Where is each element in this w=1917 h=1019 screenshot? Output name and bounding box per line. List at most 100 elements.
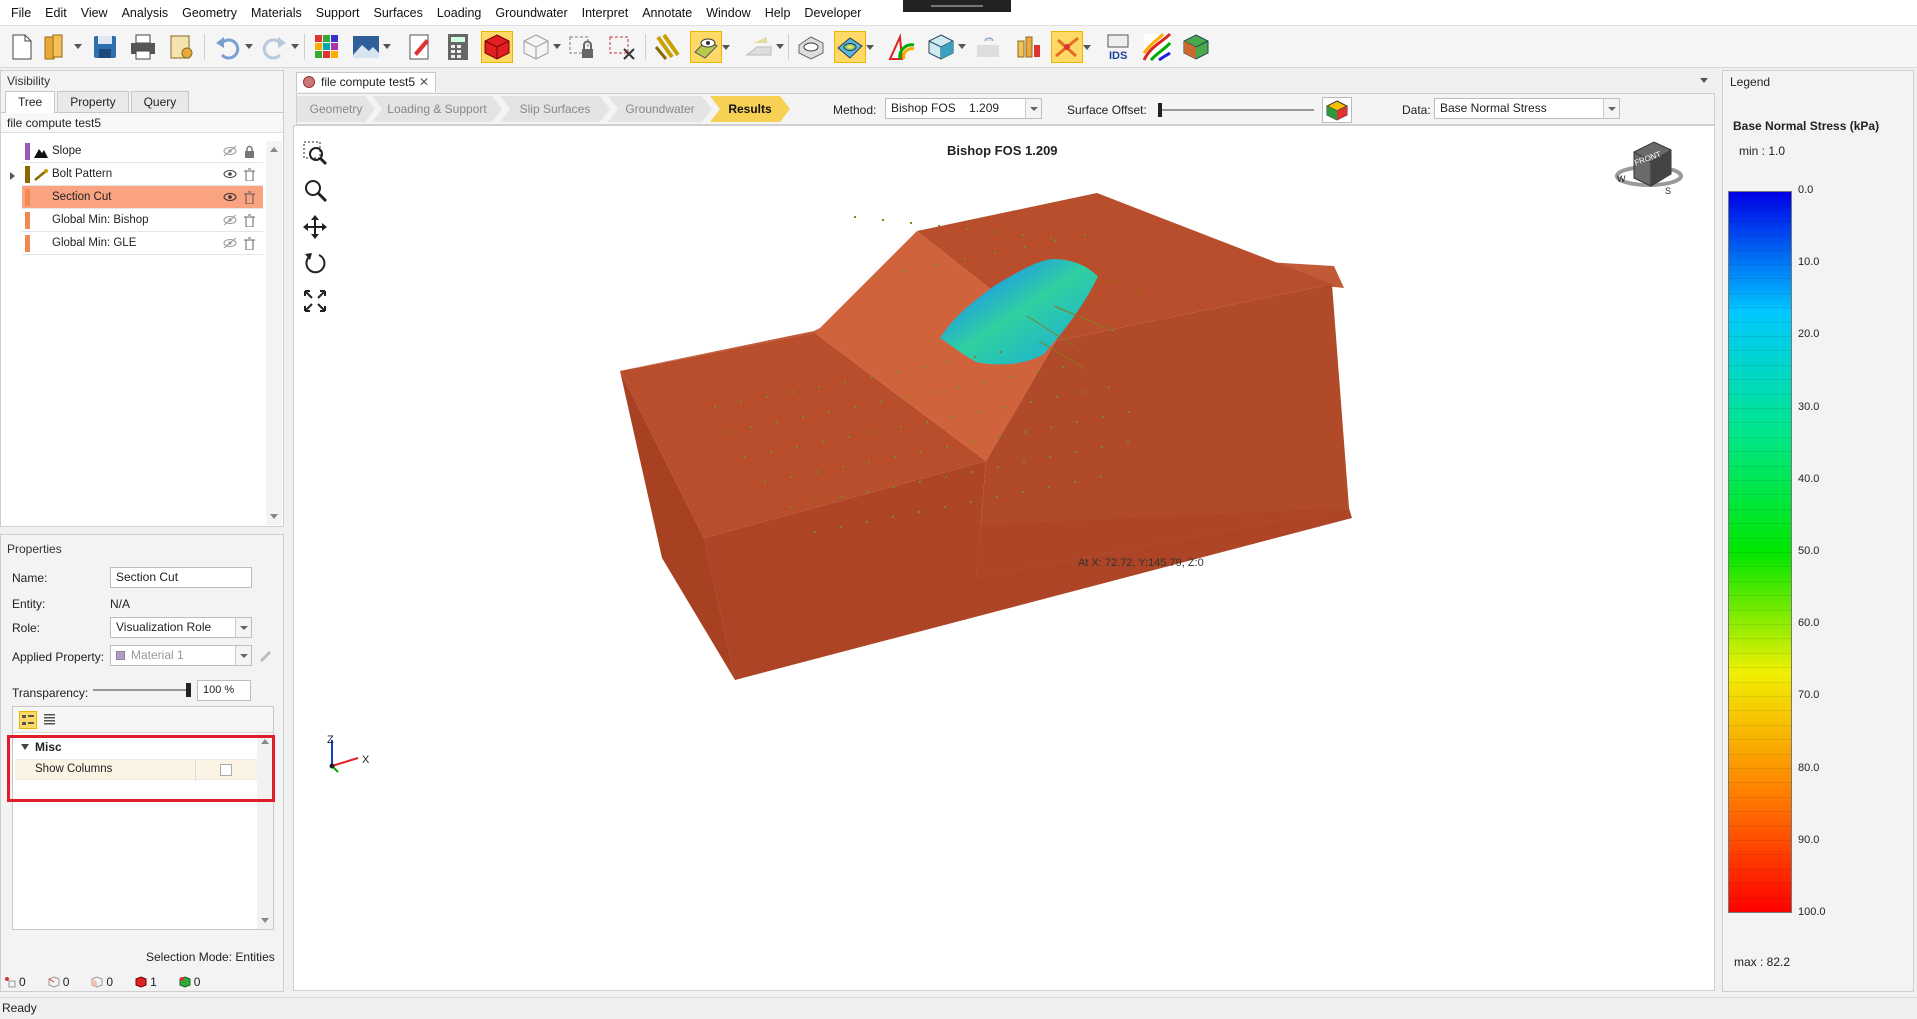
eye-icon[interactable] xyxy=(223,168,237,180)
menu-file[interactable]: File xyxy=(4,6,38,20)
new-file-icon[interactable] xyxy=(5,31,37,63)
chevron-down-icon[interactable] xyxy=(235,618,251,637)
transparency-spinner[interactable]: 100 % xyxy=(197,680,251,701)
pan-icon[interactable] xyxy=(302,214,328,240)
chevron-down-icon[interactable] xyxy=(1025,99,1041,118)
applied-property-select[interactable]: Material 1 xyxy=(110,645,252,666)
trash-icon[interactable] xyxy=(244,214,255,227)
eye-hidden-icon[interactable] xyxy=(223,237,237,249)
print-preview-icon[interactable] xyxy=(165,31,197,63)
image-view-icon[interactable] xyxy=(350,31,391,63)
bolt-dot xyxy=(740,401,742,403)
menu-loading[interactable]: Loading xyxy=(430,6,489,20)
name-field[interactable]: Section Cut xyxy=(110,567,252,588)
categorized-view-icon[interactable] xyxy=(19,711,37,729)
tree-scrollbar[interactable] xyxy=(266,141,282,525)
zoom-extents-icon[interactable] xyxy=(302,288,328,314)
eye-hidden-icon[interactable] xyxy=(223,214,237,226)
panel-menu-chevron-icon[interactable] xyxy=(1700,78,1708,83)
tab-tree[interactable]: Tree xyxy=(5,91,56,113)
visibility-toggle-icon[interactable] xyxy=(690,31,730,63)
3d-terrain-icon[interactable] xyxy=(1180,31,1212,63)
zoom-window-icon[interactable] xyxy=(302,140,328,166)
3d-box-icon[interactable] xyxy=(925,31,966,63)
3d-viewport[interactable]: Z X W S FRONT xyxy=(293,125,1715,991)
workflow-step-geometry[interactable]: Geometry xyxy=(297,96,375,122)
menu-annotate[interactable]: Annotate xyxy=(635,6,699,20)
workflow-step-loading-support[interactable]: Loading & Support xyxy=(372,96,502,122)
slope-surface-icon[interactable] xyxy=(743,31,784,63)
menu-groundwater[interactable]: Groundwater xyxy=(488,6,574,20)
tab-property[interactable]: Property xyxy=(57,91,129,112)
color-options-button[interactable] xyxy=(1322,97,1352,123)
menu-help[interactable]: Help xyxy=(758,6,798,20)
calculator-icon[interactable] xyxy=(442,31,474,63)
wireframe-view-icon[interactable] xyxy=(520,31,561,63)
slope-model[interactable] xyxy=(294,126,1714,990)
workflow-step-groundwater[interactable]: Groundwater xyxy=(608,96,712,122)
view-cube[interactable]: W S xyxy=(1609,134,1689,198)
groundwater-icon[interactable] xyxy=(973,31,1005,63)
document-tab[interactable]: file compute test5 ✕ xyxy=(296,72,436,92)
menu-surfaces[interactable]: Surfaces xyxy=(367,6,430,20)
chevron-down-icon[interactable] xyxy=(235,646,251,665)
chevron-down-icon[interactable] xyxy=(1603,99,1619,118)
workflow-step-results[interactable]: Results xyxy=(710,96,790,122)
trash-icon[interactable] xyxy=(244,237,255,250)
eye-icon[interactable] xyxy=(223,191,237,203)
print-icon[interactable] xyxy=(127,31,159,63)
save-icon[interactable] xyxy=(89,31,121,63)
rotate-icon[interactable] xyxy=(302,251,328,277)
surface-offset-slider-track[interactable] xyxy=(1160,109,1314,111)
ids-icon[interactable]: IDS xyxy=(1102,31,1134,63)
tree-item-global-min-gle[interactable]: Global Min: GLE xyxy=(22,232,263,255)
menu-interpret[interactable]: Interpret xyxy=(575,6,636,20)
trash-icon[interactable] xyxy=(244,191,255,204)
tree-item-bolt-pattern[interactable]: Bolt Pattern xyxy=(22,163,263,186)
lock-icon[interactable] xyxy=(244,145,255,158)
close-icon[interactable]: ✕ xyxy=(419,73,429,92)
pencil-icon[interactable] xyxy=(258,648,272,662)
tree-item-slope[interactable]: Slope xyxy=(22,140,263,163)
redo-icon[interactable] xyxy=(258,31,299,63)
zoom-icon[interactable] xyxy=(302,177,328,203)
solid-view-icon[interactable] xyxy=(481,31,513,63)
method-select[interactable]: Bishop FOS 1.209 xyxy=(885,98,1042,119)
trash-icon[interactable] xyxy=(244,168,255,181)
menu-support[interactable]: Support xyxy=(309,6,367,20)
interpret-lines-icon[interactable] xyxy=(1051,31,1091,63)
contour-map-icon[interactable] xyxy=(1141,31,1173,63)
menu-materials[interactable]: Materials xyxy=(244,6,309,20)
menu-view[interactable]: View xyxy=(74,6,115,20)
contour-surface-icon[interactable] xyxy=(834,31,874,63)
role-select[interactable]: Visualization Role xyxy=(110,617,252,638)
slip-surface-icon[interactable] xyxy=(795,31,827,63)
surface-offset-slider-handle[interactable] xyxy=(1158,103,1162,117)
undo-icon[interactable] xyxy=(212,31,253,63)
bolts-icon[interactable] xyxy=(652,31,684,63)
bolt-dot xyxy=(1062,366,1064,368)
menu-edit[interactable]: Edit xyxy=(38,6,74,20)
transparency-slider-track[interactable] xyxy=(93,689,188,691)
alphabetical-view-icon[interactable] xyxy=(41,711,59,729)
layout-grid-icon[interactable] xyxy=(311,31,343,63)
window-drag-handle[interactable] xyxy=(903,0,1011,12)
transparency-slider-handle[interactable] xyxy=(186,683,191,697)
open-folder-icon[interactable] xyxy=(41,31,82,63)
edit-document-icon[interactable] xyxy=(404,31,436,63)
expand-arrow-icon[interactable] xyxy=(10,172,15,180)
data-select[interactable]: Base Normal Stress xyxy=(1434,98,1620,119)
tab-query[interactable]: Query xyxy=(130,91,190,112)
workflow-step-slip-surfaces[interactable]: Slip Surfaces xyxy=(500,96,610,122)
menu-window[interactable]: Window xyxy=(699,6,757,20)
menu-developer[interactable]: Developer xyxy=(797,6,868,20)
bar-chart-icon[interactable] xyxy=(1012,31,1044,63)
eye-hidden-icon[interactable] xyxy=(223,145,237,157)
tree-item-global-min-bishop[interactable]: Global Min: Bishop xyxy=(22,209,263,232)
section-contour-icon[interactable] xyxy=(886,31,918,63)
tree-item-section-cut[interactable]: Section Cut xyxy=(22,186,263,209)
deselect-icon[interactable] xyxy=(606,31,638,63)
menu-geometry[interactable]: Geometry xyxy=(175,6,244,20)
lock-selection-icon[interactable] xyxy=(566,31,598,63)
menu-analysis[interactable]: Analysis xyxy=(115,6,176,20)
